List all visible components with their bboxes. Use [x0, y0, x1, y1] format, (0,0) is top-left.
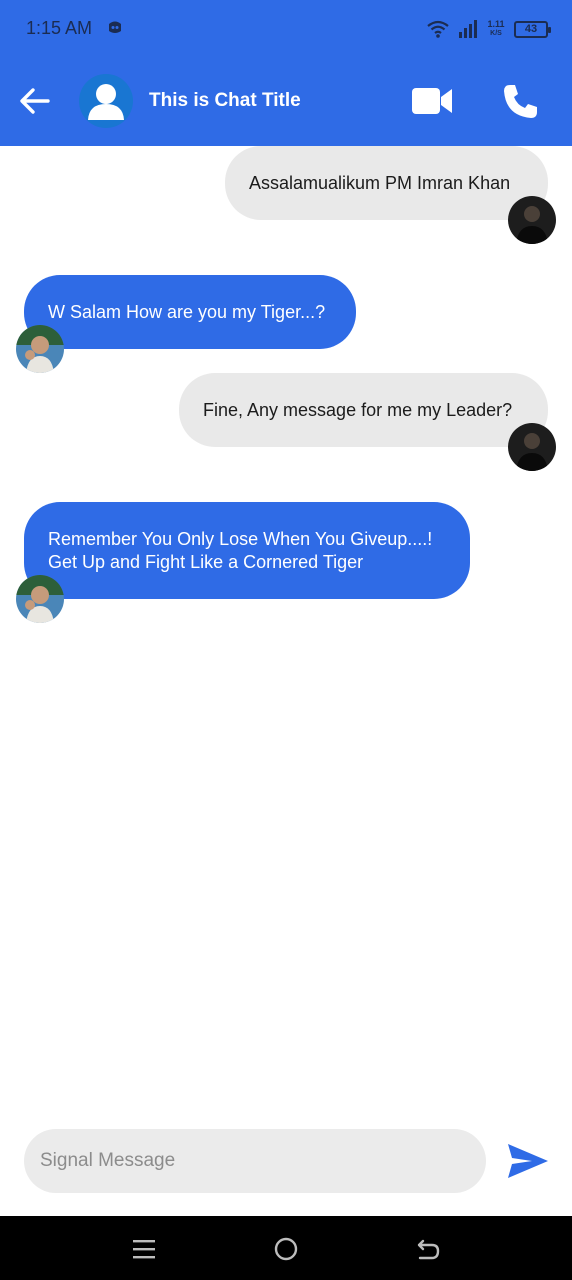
user-photo-icon: [508, 196, 556, 244]
send-icon[interactable]: [506, 1142, 550, 1180]
network-speed: 1.11 K/S: [486, 20, 506, 38]
status-icons: 1.11 K/S 43: [426, 16, 551, 42]
message-bubble[interactable]: Assalamualikum PM Imran Khan: [225, 146, 548, 220]
message-text: W Salam How are you my Tiger...?: [48, 301, 326, 322]
menu-icon[interactable]: [131, 1236, 157, 1262]
message-received: W Salam How are you my Tiger...?: [24, 275, 356, 349]
contact-avatar: [16, 325, 64, 373]
message-bubble[interactable]: Fine, Any message for me my Leader?: [179, 373, 548, 447]
message-received: Remember You Only Lose When You Giveup..…: [24, 502, 470, 599]
battery-icon: 43: [514, 20, 551, 38]
app-notification-icon: [109, 21, 121, 33]
chat-title[interactable]: This is Chat Title: [149, 90, 301, 112]
network-speed-unit: K/S: [490, 30, 502, 37]
signal-icon: [459, 20, 477, 38]
phone-call-icon[interactable]: [500, 82, 540, 122]
message-text: Assalamualikum PM Imran Khan: [249, 172, 511, 193]
battery-level: 43: [524, 22, 538, 35]
chat-header: This is Chat Title: [0, 58, 572, 146]
message-input[interactable]: [24, 1129, 486, 1193]
message-list: Assalamualikum PM Imran Khan W Salam How…: [0, 146, 572, 1116]
contact-photo-icon: [16, 325, 64, 373]
person-icon: [88, 84, 124, 120]
message-text: Remember You Only Lose When You Giveup..…: [48, 528, 433, 572]
message-bubble[interactable]: W Salam How are you my Tiger...?: [24, 275, 356, 349]
sender-avatar: [508, 196, 556, 244]
contact-avatar: [16, 575, 64, 623]
message-sent: Assalamualikum PM Imran Khan: [225, 146, 548, 220]
video-call-icon[interactable]: [411, 85, 453, 117]
contact-photo-icon: [16, 575, 64, 623]
back-arrow-icon[interactable]: [18, 84, 52, 118]
sender-avatar: [508, 423, 556, 471]
home-icon[interactable]: [273, 1236, 299, 1262]
status-time: 1:15 AM: [26, 18, 93, 38]
back-icon[interactable]: [415, 1236, 441, 1262]
status-bar: 1:15 AM 1.11 K/S 43: [0, 0, 572, 58]
contact-avatar[interactable]: [79, 74, 133, 128]
wifi-icon: [427, 20, 449, 38]
network-speed-value: 1.11: [487, 19, 505, 29]
message-sent: Fine, Any message for me my Leader?: [179, 373, 548, 447]
system-nav-bar: [0, 1216, 572, 1280]
message-bubble[interactable]: Remember You Only Lose When You Giveup..…: [24, 502, 470, 599]
message-text: Fine, Any message for me my Leader?: [203, 399, 513, 420]
user-photo-icon: [508, 423, 556, 471]
